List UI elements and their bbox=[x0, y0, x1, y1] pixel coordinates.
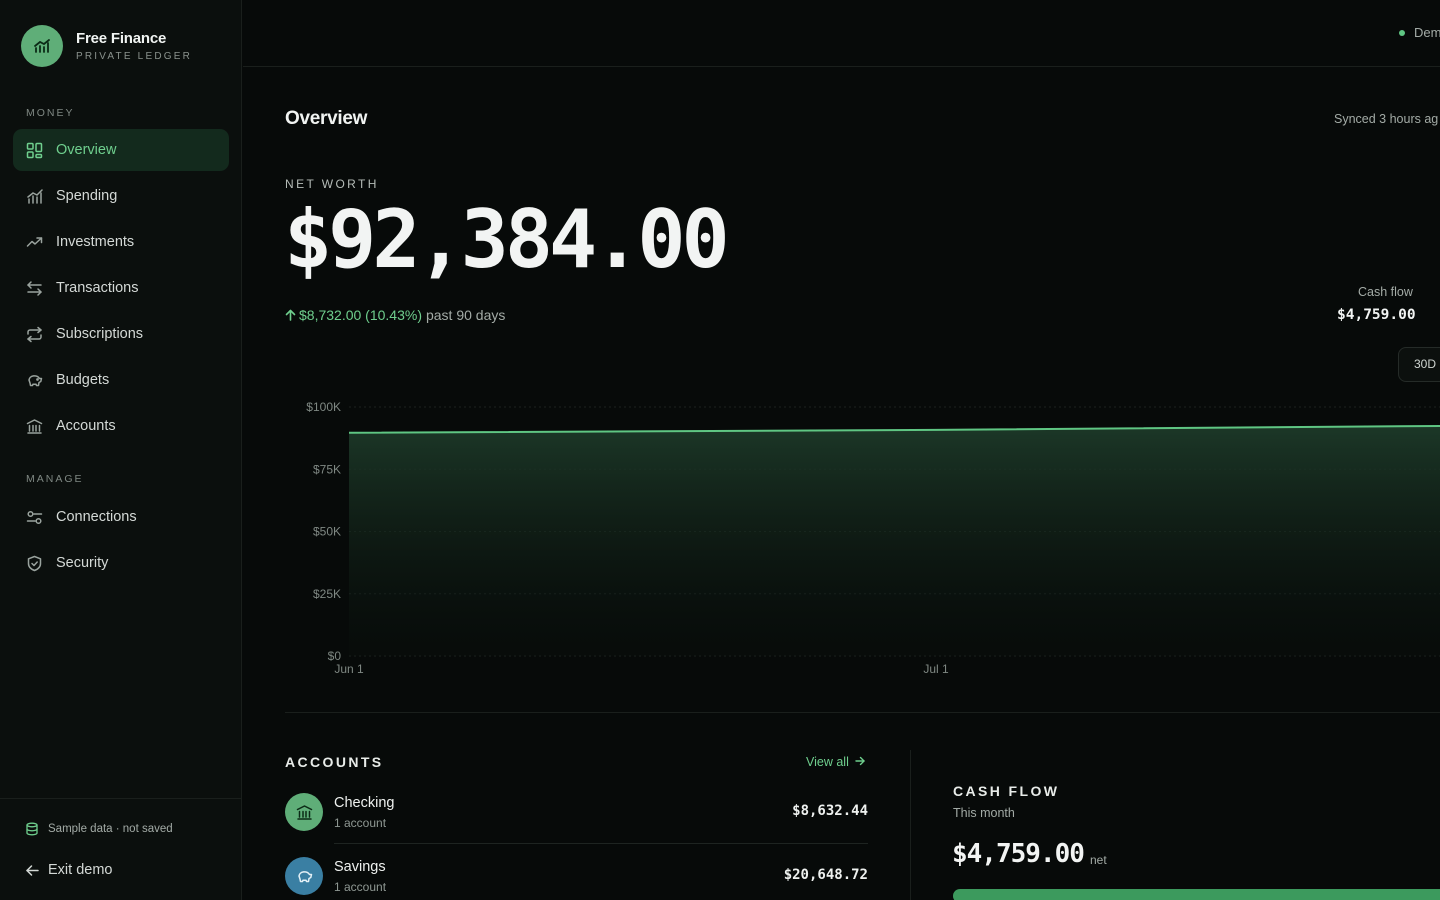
chart-x-tick-label: Jul 1 bbox=[923, 662, 949, 676]
sidebar-item-overview[interactable]: Overview bbox=[13, 129, 229, 171]
account-name: Checking bbox=[334, 795, 395, 811]
arrow-right-icon bbox=[855, 755, 865, 769]
repeat-icon bbox=[25, 325, 43, 343]
net-worth-change-amount: $8,732.00 (10.43%) bbox=[299, 307, 422, 323]
piggy-bank-icon bbox=[285, 857, 323, 895]
account-row-savings[interactable]: Savings 1 account $20,648.72 bbox=[285, 857, 868, 900]
account-name: Savings bbox=[334, 859, 386, 875]
exit-demo-button[interactable]: Exit demo bbox=[25, 862, 112, 878]
view-all-label: View all bbox=[806, 755, 849, 769]
sidebar-item-label: Budgets bbox=[56, 372, 110, 388]
sidebar-item-label: Investments bbox=[56, 234, 135, 250]
cash-flow-net-label: net bbox=[1090, 853, 1107, 867]
net-worth-change: $8,732.00 (10.43%) past 90 days bbox=[285, 307, 505, 323]
net-worth-value: $92,384.00 bbox=[284, 193, 730, 286]
shield-icon bbox=[25, 554, 43, 572]
sidebar-item-label: Overview bbox=[56, 142, 117, 158]
sidebar-item-label: Connections bbox=[56, 509, 137, 525]
brand-subtitle: PRIVATE LEDGER bbox=[76, 51, 193, 62]
cash-flow-mini-label: Cash flow bbox=[1358, 285, 1413, 299]
brand-name: Free Finance bbox=[76, 30, 167, 47]
page-title: Overview bbox=[285, 108, 368, 129]
exit-demo-label: Exit demo bbox=[48, 862, 113, 878]
cash-flow-subtitle: This month bbox=[953, 806, 1015, 820]
view-all-link[interactable]: View all bbox=[806, 755, 865, 769]
chart-x-tick-label: Jun 1 bbox=[334, 662, 364, 676]
status-dot-icon bbox=[1399, 29, 1405, 36]
grid-icon bbox=[25, 141, 43, 159]
piggy-bank-icon bbox=[25, 371, 43, 389]
chart-y-tick-label: $0 bbox=[328, 649, 342, 663]
sidebar-item-investments[interactable]: Investments bbox=[13, 221, 229, 263]
sidebar-item-accounts[interactable]: Accounts bbox=[13, 405, 229, 447]
sliders-icon bbox=[25, 508, 43, 526]
sync-status: Synced 3 hours ag bbox=[1334, 112, 1439, 126]
brand-logo-icon bbox=[21, 25, 63, 67]
sidebar-item-transactions[interactable]: Transactions bbox=[13, 267, 229, 309]
chart-y-tick-label: $50K bbox=[313, 525, 341, 539]
chart-y-tick-label: $25K bbox=[313, 587, 341, 601]
arrows-swap-icon bbox=[25, 279, 43, 297]
divider bbox=[285, 712, 1440, 713]
sidebar-item-label: Security bbox=[56, 555, 109, 571]
divider bbox=[910, 750, 911, 900]
demo-badge: Dem bbox=[1399, 25, 1440, 40]
sample-data-note: Sample data · not saved bbox=[25, 822, 173, 836]
bar-chart-icon bbox=[25, 187, 43, 205]
section-label-money: MONEY bbox=[26, 107, 75, 119]
account-count: 1 account bbox=[334, 816, 387, 830]
bank-icon bbox=[285, 793, 323, 831]
cash-flow-bar bbox=[953, 889, 1440, 900]
sidebar-item-label: Accounts bbox=[56, 418, 116, 434]
sidebar-item-subscriptions[interactable]: Subscriptions bbox=[13, 313, 229, 355]
sidebar-item-label: Transactions bbox=[56, 280, 139, 296]
sidebar-item-security[interactable]: Security bbox=[13, 542, 229, 584]
divider bbox=[334, 843, 868, 844]
chart-y-tick-label: $100K bbox=[306, 400, 341, 414]
range-30d-button[interactable]: 30D bbox=[1398, 347, 1440, 382]
demo-badge-label: Dem bbox=[1414, 25, 1440, 40]
net-worth-label: NET WORTH bbox=[285, 177, 379, 191]
cash-flow-mini-value: $4,759.00 bbox=[1337, 307, 1416, 323]
net-worth-chart: $100K $75K $50K $25K $0Jun 1 Jul 1 bbox=[306, 400, 1440, 676]
brand[interactable]: Free Finance PRIVATE LEDGER bbox=[21, 25, 192, 67]
sidebar-item-connections[interactable]: Connections bbox=[13, 496, 229, 538]
database-icon bbox=[26, 822, 38, 836]
account-balance: $8,632.44 bbox=[792, 803, 868, 819]
net-worth-change-period: past 90 days bbox=[425, 307, 506, 323]
chart-y-tick-label: $75K bbox=[313, 462, 341, 476]
accounts-title: ACCOUNTS bbox=[285, 754, 384, 770]
sidebar-item-label: Spending bbox=[56, 188, 118, 204]
sidebar-item-budgets[interactable]: Budgets bbox=[13, 359, 229, 401]
sidebar-footer: Sample data · not saved Exit demo bbox=[0, 798, 242, 900]
arrow-left-icon bbox=[26, 864, 39, 876]
sample-note-text: Sample data · not saved bbox=[48, 823, 173, 835]
sidebar-item-label: Subscriptions bbox=[56, 326, 144, 342]
sidebar-item-spending[interactable]: Spending bbox=[13, 175, 229, 217]
account-count: 1 account bbox=[334, 880, 387, 894]
cash-flow-title: CASH FLOW bbox=[953, 783, 1060, 799]
arrow-up-icon bbox=[285, 309, 296, 321]
bank-icon bbox=[25, 417, 43, 435]
cash-flow-value: $4,759.00 bbox=[952, 839, 1085, 869]
topbar: Dem bbox=[243, 0, 1440, 67]
account-balance: $20,648.72 bbox=[783, 867, 868, 883]
section-label-manage: MANAGE bbox=[26, 473, 84, 485]
chart-area-fill bbox=[349, 425, 1440, 656]
trend-up-icon bbox=[25, 233, 43, 251]
sidebar: Free Finance PRIVATE LEDGER MONEY Overvi… bbox=[0, 0, 242, 900]
